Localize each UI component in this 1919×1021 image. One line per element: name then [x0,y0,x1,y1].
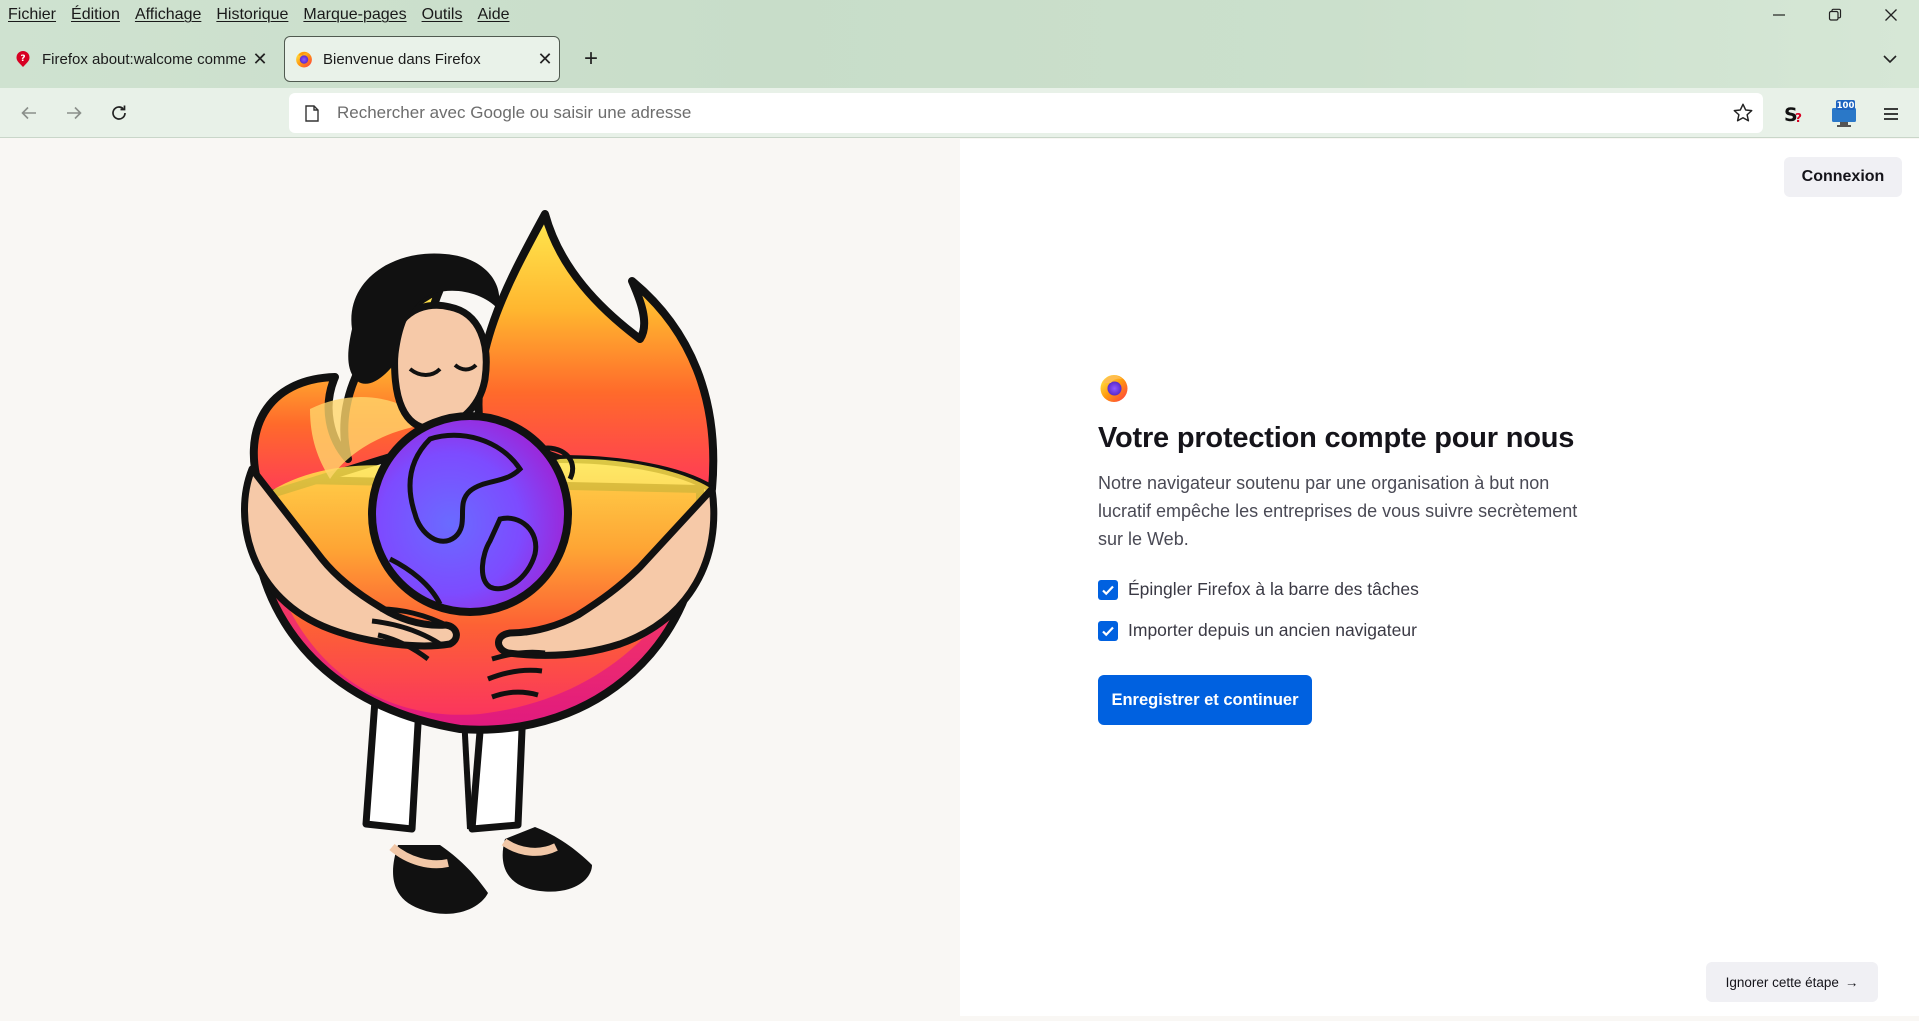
checkbox-import-browser[interactable] [1098,620,1118,641]
welcome-description: Notre navigateur soutenu par une organis… [1098,473,1578,549]
menu-marque-pages[interactable]: Marque-pages [303,6,406,24]
restore-button[interactable] [1807,0,1863,30]
welcome-title: Votre protection compte pour nous [1098,422,1575,454]
save-and-continue-button[interactable]: Enregistrer et continuer [1098,675,1312,725]
chevron-down-icon [1883,55,1897,64]
skip-step-button[interactable]: Ignorer cette étape → [1706,962,1878,1002]
option-import-browser[interactable]: Importer depuis un ancien navigateur [1098,620,1658,641]
tab-bienvenue-dans-firefox[interactable]: Bienvenue dans Firefox ✕ [284,36,560,82]
firefox-logo-icon [296,51,312,68]
extension-badge-count: 100 [1837,101,1855,111]
minimize-button[interactable] [1751,0,1807,30]
menu-historique[interactable]: Historique [216,6,288,24]
signin-button[interactable]: Connexion [1784,157,1902,197]
window-controls [1751,0,1919,30]
welcome-pane: Connexion Votre protection compte pour n… [960,139,1919,1016]
reload-icon [112,105,126,120]
monitor-badge-icon: 100 [1832,100,1856,127]
checkmark-icon [1102,585,1114,595]
extension-counter-button[interactable]: 100 [1826,96,1862,132]
url-input[interactable] [335,102,1723,124]
list-all-tabs-button[interactable] [1875,44,1905,74]
menu-outils[interactable]: Outils [422,6,463,24]
skip-label: Ignorer cette étape [1725,974,1839,990]
checkbox-pin-taskbar[interactable] [1098,579,1118,600]
extension-s-icon: S ? [1784,104,1802,126]
new-tab-button[interactable]: + [574,42,608,76]
menu-edition[interactable]: Édition [71,6,120,24]
tabstrip: ? Firefox about:walcome commer ✕ Bienven… [0,36,1919,84]
option-pin-taskbar[interactable]: Épingler Firefox à la barre des tâches [1098,579,1658,600]
navigation-toolbar: S ? 100 [0,88,1919,138]
menu-affichage[interactable]: Affichage [135,6,201,24]
option-label: Importer depuis un ancien navigateur [1128,620,1417,640]
tab-title: Firefox about:walcome commer [42,50,246,68]
url-bar[interactable] [289,93,1763,133]
question-icon: ? [16,51,30,67]
extension-s-icon-button[interactable]: S ? [1775,96,1811,132]
forward-button[interactable] [57,96,91,130]
checkmark-icon [1102,626,1114,636]
browser-chrome: Fichier Édition Affichage Historique Mar… [0,0,1919,88]
svg-text:?: ? [20,54,25,64]
tab-title: Bienvenue dans Firefox [323,50,481,68]
illustration-pane [0,139,960,1016]
bookmark-star-button[interactable] [1723,93,1763,133]
tab-close-button[interactable]: ✕ [531,49,559,70]
menubar: Fichier Édition Affichage Historique Mar… [0,0,1919,30]
person-hugging-firefox-illustration [241,210,718,914]
option-label: Épingler Firefox à la barre des tâches [1128,579,1419,599]
menu-fichier[interactable]: Fichier [8,6,56,24]
close-window-button[interactable] [1863,0,1919,30]
close-icon [1885,9,1897,21]
forward-arrow-icon [67,106,82,120]
firefox-logo-icon [1100,375,1128,402]
arrow-right-icon: → [1844,974,1859,990]
page-icon [301,102,323,124]
app-menu-button[interactable] [1873,96,1909,132]
welcome-card: Votre protection compte pour nous Notre … [1098,371,1658,725]
star-icon [1733,103,1753,122]
restore-icon [1828,8,1842,21]
back-button[interactable] [12,96,46,130]
menu-aide[interactable]: Aide [477,6,509,24]
reload-button[interactable] [102,96,136,130]
tab-close-button[interactable]: ✕ [246,49,274,70]
back-arrow-icon [21,106,36,120]
hamburger-menu-icon [1884,108,1898,120]
minimize-icon [1773,14,1785,16]
page-content: Connexion Votre protection compte pour n… [0,139,1919,1016]
tab-firefox-about-welcome[interactable]: ? Firefox about:walcome commer ✕ [10,36,274,82]
svg-text:?: ? [1795,111,1802,125]
